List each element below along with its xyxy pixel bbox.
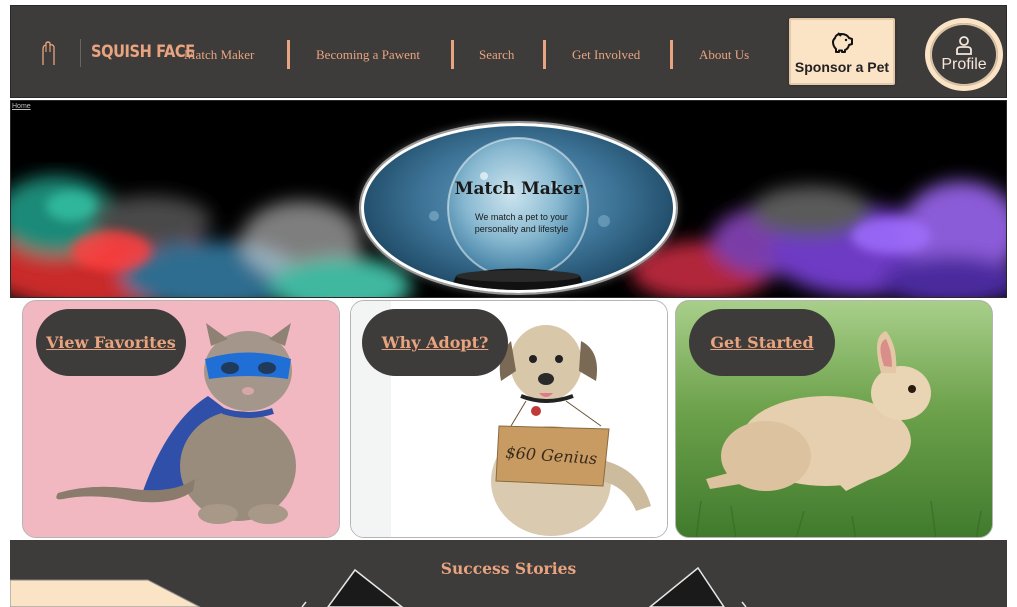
why-adopt-card[interactable]: $60 Genius Why Adopt? — [350, 300, 668, 538]
nav-divider — [670, 40, 673, 69]
view-favorites-card[interactable]: View Favorites — [22, 300, 340, 538]
nav-link-match-maker[interactable]: Match Maker — [184, 47, 254, 63]
nav-link-about-us[interactable]: About Us — [699, 47, 749, 63]
nav-link-becoming-a-pawent[interactable]: Becoming a Pawent — [316, 47, 420, 63]
hero-banner: Home Match Maker We match a pet to your … — [10, 100, 1007, 298]
sponsor-a-pet-label: Sponsor a Pet — [794, 58, 890, 75]
hero-subtitle: We match a pet to your personality and l… — [474, 212, 569, 234]
site-logo-text[interactable]: SQUISH FACE — [91, 42, 195, 62]
profile-label: Profile — [941, 56, 987, 73]
hero-title: Match Maker — [454, 179, 583, 199]
view-favorites-link[interactable]: View Favorites — [46, 333, 176, 352]
get-started-card[interactable]: Get Started — [675, 300, 993, 538]
piggy-bank-icon — [832, 31, 853, 53]
view-favorites-pill[interactable]: View Favorites — [36, 309, 186, 376]
nav-link-get-involved[interactable]: Get Involved — [572, 47, 640, 63]
crystal-ball-badge: Match Maker We match a pet to your perso… — [361, 123, 676, 293]
logo-divider — [80, 39, 81, 67]
nav-divider — [451, 40, 454, 69]
paw-hand-logo-icon — [42, 41, 55, 65]
success-stories-title: Success Stories — [440, 559, 577, 578]
person-icon — [956, 36, 972, 55]
sponsor-a-pet-button[interactable]: Sponsor a Pet — [789, 18, 895, 85]
crystal-ball-illustration — [429, 137, 610, 290]
nav-divider — [287, 40, 290, 69]
why-adopt-pill[interactable]: Why Adopt? — [362, 309, 508, 376]
success-stories-section: Success Stories — [10, 540, 1007, 607]
nav-link-search[interactable]: Search — [479, 47, 514, 63]
breadcrumb-home-link[interactable]: Home — [12, 103, 31, 110]
nav-divider — [543, 40, 546, 69]
get-started-pill[interactable]: Get Started — [689, 309, 835, 376]
why-adopt-link[interactable]: Why Adopt? — [382, 333, 489, 352]
get-started-link[interactable]: Get Started — [710, 333, 813, 352]
profile-button[interactable]: Profile — [925, 18, 1003, 91]
top-navigation-bar: SQUISH FACE Match Maker Becoming a Pawen… — [10, 5, 1007, 98]
